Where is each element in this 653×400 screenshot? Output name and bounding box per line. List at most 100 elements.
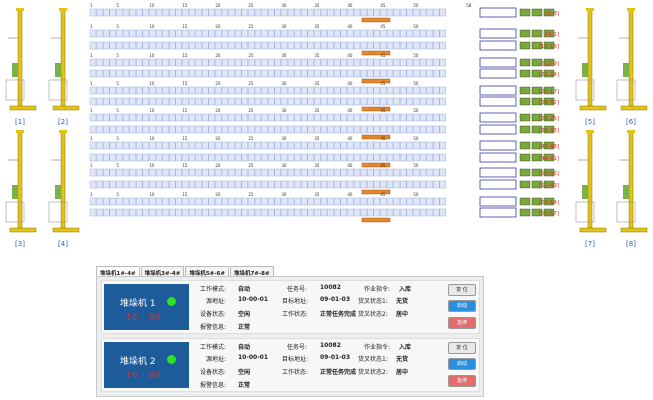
rack-cell: [340, 86, 348, 95]
rack-cell: [241, 97, 249, 106]
rack-cell: [136, 113, 143, 122]
rack-tick-label: 25: [248, 108, 254, 113]
rack-cell: [419, 168, 427, 177]
rack-cell: [201, 8, 209, 17]
rack-cell: [129, 197, 136, 206]
rack-cell: [367, 58, 374, 67]
stacker-crane-icon[interactable]: [615, 130, 651, 248]
start-button[interactable]: 启动: [448, 300, 476, 312]
rack-cell: [400, 97, 407, 106]
rack-tick-label: 50: [413, 81, 419, 86]
rack-cell: [353, 197, 361, 206]
rack-cell: [347, 86, 354, 95]
rack-cell: [175, 69, 183, 78]
tab-crane-1-4[interactable]: 堆垛机1#-4#: [96, 266, 140, 277]
rack-cell: [287, 208, 295, 217]
rack-cell: [439, 125, 446, 134]
rack-cell: [393, 168, 400, 177]
stacker-crane-icon[interactable]: [4, 130, 40, 248]
rack-cell: [386, 86, 394, 95]
rack-cell: [406, 8, 413, 17]
rack-cell: [228, 113, 235, 122]
rack-cell: [373, 125, 380, 134]
stacker-crane-icon[interactable]: [574, 8, 610, 126]
rack-cell: [182, 113, 189, 122]
pallet-icon: [519, 197, 531, 206]
rack-cell: [241, 197, 249, 206]
stacker-crane-icon[interactable]: [47, 130, 83, 248]
rack-tick-label: 10: [149, 136, 155, 141]
rack-tick-label: 50: [413, 192, 419, 197]
rack-cell: [386, 58, 394, 67]
rack-tick-label: 10: [149, 24, 155, 29]
rack-cell: [208, 97, 216, 106]
rack-cell: [353, 41, 361, 50]
rack-cell: [201, 141, 209, 150]
rack-cell: [274, 168, 282, 177]
rack-cell: [96, 41, 103, 50]
rack-cell: [155, 69, 163, 78]
rack-cell: [347, 97, 354, 106]
rack-cell: [129, 41, 136, 50]
emergency-stop-button[interactable]: 急停: [448, 375, 476, 387]
stacker-crane-icon[interactable]: [574, 130, 610, 248]
rack-cell: [96, 125, 103, 134]
rack-cell: [439, 197, 446, 206]
rack-cell: [294, 29, 301, 38]
rack-tick-label: 20: [215, 136, 221, 141]
command-value: 入库: [399, 344, 412, 351]
rack-tick-label: 1: [90, 24, 93, 29]
rack-cell: [393, 58, 400, 67]
rack-cell: [287, 41, 295, 50]
rack-cell: [419, 141, 427, 150]
rack-cell: [281, 153, 288, 162]
emergency-stop-button[interactable]: 急停: [448, 317, 476, 329]
rack-cell: [234, 168, 242, 177]
start-button[interactable]: 启动: [448, 358, 476, 370]
rack-tick-label: 45: [380, 192, 386, 197]
rack-cell: [327, 69, 334, 78]
rack-cell: [149, 58, 156, 67]
rack-cell: [347, 69, 354, 78]
rack-cell: [439, 97, 446, 106]
rack-cell: [215, 125, 222, 134]
rack-tick-label: 40: [347, 3, 353, 8]
rack-cell: [168, 168, 176, 177]
rack-cell: [221, 141, 229, 150]
rack-cell: [360, 58, 367, 67]
stacker-crane-icon[interactable]: [615, 8, 651, 126]
rack-cell: [168, 125, 176, 134]
rack-cell: [406, 41, 413, 50]
rack-tick-label: 5: [116, 192, 119, 197]
rack-cell: [413, 125, 420, 134]
shuttle-icon: [361, 189, 391, 195]
rack-cell: [340, 97, 348, 106]
rack-tick-label: 1: [90, 136, 93, 141]
rack-cell: [103, 86, 110, 95]
rack-tick-label: 5: [116, 24, 119, 29]
rack-cell: [373, 197, 380, 206]
tab-crane-7-8[interactable]: 堆垛机7#-8#: [229, 266, 274, 277]
stacker-crane-icon[interactable]: [4, 8, 40, 126]
rack-cell: [419, 69, 427, 78]
rack-tick-label: 20: [215, 3, 221, 8]
rack-tick-label: 45: [380, 163, 386, 168]
rack-cell: [439, 29, 446, 38]
rack-cell: [201, 125, 209, 134]
reset-button[interactable]: 复 位: [448, 284, 476, 296]
reset-button[interactable]: 复 位: [448, 342, 476, 354]
rack-cell: [248, 8, 255, 17]
tab-crane-5-6[interactable]: 堆垛机5#-6#: [185, 266, 229, 277]
tab-crane-3-4[interactable]: 堆垛机3#-4#: [140, 266, 185, 277]
fork2-label: 货叉状态2:: [358, 369, 388, 376]
target-label: 目标地址:: [282, 298, 309, 305]
rack-cell: [314, 86, 321, 95]
rack-cell: [168, 8, 176, 17]
rack-cell: [406, 29, 413, 38]
rack-tick-label: 25: [248, 81, 254, 86]
rack-code-label: [21-24]: [539, 72, 559, 78]
rack-cell: [314, 208, 321, 217]
rack-tick-label: 25: [248, 53, 254, 58]
fork2-value: 居中: [396, 311, 409, 318]
stacker-crane-icon[interactable]: [47, 8, 83, 126]
